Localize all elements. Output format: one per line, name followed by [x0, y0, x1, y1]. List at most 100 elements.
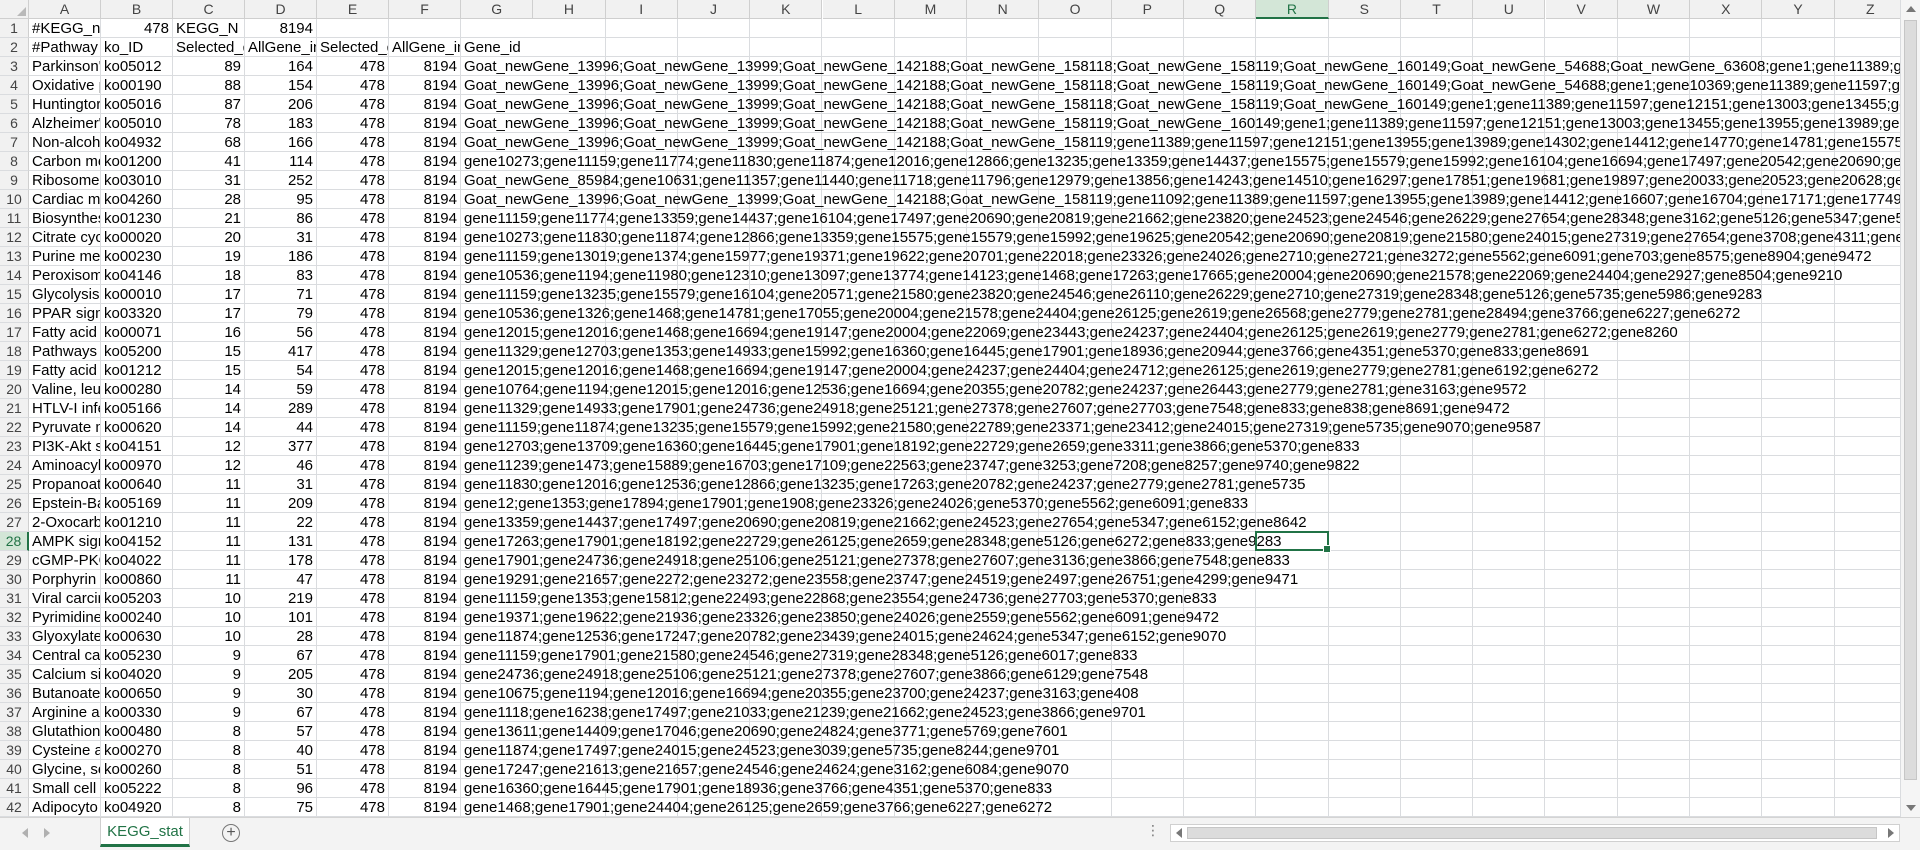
column-header[interactable]: O	[1039, 0, 1112, 19]
row-header[interactable]: 33	[0, 627, 29, 646]
cell-d[interactable]: 57	[245, 722, 317, 741]
cell-g[interactable]: gene10273;gene11830;gene11874;gene12866;…	[461, 228, 1900, 247]
cell-f[interactable]	[389, 19, 461, 38]
cell-c[interactable]: 8	[173, 779, 245, 798]
cell-g[interactable]: gene11159;gene17901;gene21580;gene24546;…	[461, 646, 1900, 665]
cell-c[interactable]: 12	[173, 456, 245, 475]
cell-c[interactable]: 9	[173, 665, 245, 684]
cell-f[interactable]: 8194	[389, 190, 461, 209]
cell-d[interactable]: 83	[245, 266, 317, 285]
cell-d[interactable]: 96	[245, 779, 317, 798]
row-header[interactable]: 36	[0, 684, 29, 703]
cell-g[interactable]: gene17263;gene17901;gene18192;gene22729;…	[461, 532, 1900, 551]
cell-g[interactable]: gene11159;gene11874;gene13235;gene15579;…	[461, 418, 1900, 437]
cell-g[interactable]: Goat_newGene_13996;Goat_newGene_13999;Go…	[461, 133, 1900, 152]
cell-c[interactable]: 11	[173, 570, 245, 589]
cell-e[interactable]: 478	[317, 171, 389, 190]
cell-b[interactable]: ko01210	[101, 513, 173, 532]
cell-e[interactable]: 478	[317, 798, 389, 817]
cell-b[interactable]: ko00640	[101, 475, 173, 494]
cell-c[interactable]: 18	[173, 266, 245, 285]
column-header[interactable]: M	[894, 0, 968, 19]
column-header[interactable]: C	[173, 0, 245, 19]
row-header[interactable]: 21	[0, 399, 29, 418]
cell-f[interactable]: 8194	[389, 361, 461, 380]
cell-c[interactable]: 12	[173, 437, 245, 456]
row-header[interactable]: 32	[0, 608, 29, 627]
cell-d[interactable]: 219	[245, 589, 317, 608]
scroll-down-icon[interactable]	[1906, 805, 1916, 811]
cell-f[interactable]: 8194	[389, 171, 461, 190]
cell-c[interactable]: 10	[173, 608, 245, 627]
cell-f[interactable]: 8194	[389, 437, 461, 456]
row-header[interactable]: 6	[0, 114, 29, 133]
cell-f[interactable]: 8194	[389, 418, 461, 437]
cell-e[interactable]: 478	[317, 190, 389, 209]
column-header[interactable]: Z	[1834, 0, 1900, 19]
cell-b[interactable]: ko04146	[101, 266, 173, 285]
cell-g[interactable]: gene10536;gene1326;gene1468;gene14781;ge…	[461, 304, 1900, 323]
select-all-corner[interactable]	[0, 0, 29, 19]
cell-a[interactable]: Aminoacyl	[29, 456, 101, 475]
cell-g[interactable]: gene13611;gene14409;gene17046;gene20690;…	[461, 722, 1900, 741]
cell-f[interactable]: 8194	[389, 570, 461, 589]
cell-e[interactable]: 478	[317, 323, 389, 342]
cell-f[interactable]: 8194	[389, 722, 461, 741]
column-header[interactable]: K	[750, 0, 823, 19]
cell-a[interactable]: Citrate cyc	[29, 228, 101, 247]
cell-f[interactable]: 8194	[389, 133, 461, 152]
cell-b[interactable]: ko_ID	[101, 38, 173, 57]
cell-a[interactable]: Peroxisom	[29, 266, 101, 285]
row-header[interactable]: 42	[0, 798, 29, 817]
cell-g[interactable]: gene10764;gene1194;gene12015;gene12016;g…	[461, 380, 1900, 399]
cell-b[interactable]: ko03010	[101, 171, 173, 190]
cell-c[interactable]: 15	[173, 361, 245, 380]
cell-g[interactable]: gene24736;gene24918;gene25106;gene25121;…	[461, 665, 1900, 684]
cell-c[interactable]: 19	[173, 247, 245, 266]
cell-f[interactable]: 8194	[389, 608, 461, 627]
cell-d[interactable]: 289	[245, 399, 317, 418]
cell-a[interactable]: AMPK sign	[29, 532, 101, 551]
cell-c[interactable]: 11	[173, 551, 245, 570]
cell-f[interactable]: 8194	[389, 95, 461, 114]
row-header[interactable]: 2	[0, 38, 29, 57]
cell-d[interactable]: 54	[245, 361, 317, 380]
cell-e[interactable]: 478	[317, 152, 389, 171]
cell-d[interactable]: 183	[245, 114, 317, 133]
cell-b[interactable]: ko04920	[101, 798, 173, 817]
cell-g[interactable]: Goat_newGene_13996;Goat_newGene_13999;Go…	[461, 190, 1900, 209]
cell-a[interactable]: Arginine ar	[29, 703, 101, 722]
cell-b[interactable]: ko04022	[101, 551, 173, 570]
cell-g[interactable]: gene11329;gene12703;gene1353;gene14933;g…	[461, 342, 1900, 361]
cell-b[interactable]: ko05222	[101, 779, 173, 798]
cell-c[interactable]: 10	[173, 589, 245, 608]
column-header[interactable]: X	[1690, 0, 1763, 19]
cell-d[interactable]: 205	[245, 665, 317, 684]
sheet-tab-kegg-stat[interactable]: KEGG_stat	[100, 818, 190, 847]
column-header[interactable]: E	[317, 0, 389, 19]
cell-b[interactable]: ko04152	[101, 532, 173, 551]
cell-g[interactable]: gene17901;gene24736;gene24918;gene25106;…	[461, 551, 1900, 570]
cell-c[interactable]: 8	[173, 760, 245, 779]
cell-a[interactable]: Epstein-Ba	[29, 494, 101, 513]
cell-b[interactable]: ko00480	[101, 722, 173, 741]
cell-d[interactable]: 75	[245, 798, 317, 817]
cell-c[interactable]: 8	[173, 741, 245, 760]
cell-g[interactable]: gene12015;gene12016;gene1468;gene16694;g…	[461, 361, 1900, 380]
scroll-left-icon[interactable]	[1176, 828, 1182, 838]
vertical-scrollbar[interactable]	[1900, 0, 1920, 817]
cell-e[interactable]: 478	[317, 209, 389, 228]
cell-a[interactable]: Cysteine ar	[29, 741, 101, 760]
cell-g[interactable]: gene11329;gene14933;gene17901;gene24736;…	[461, 399, 1900, 418]
cell-e[interactable]: 478	[317, 399, 389, 418]
cell-f[interactable]: 8194	[389, 266, 461, 285]
add-sheet-icon[interactable]: +	[222, 824, 240, 842]
cell-f[interactable]: 8194	[389, 798, 461, 817]
row-header[interactable]: 39	[0, 741, 29, 760]
cell-a[interactable]: Carbon me	[29, 152, 101, 171]
column-header[interactable]: T	[1400, 0, 1474, 19]
column-header[interactable]: D	[245, 0, 317, 19]
cell-d[interactable]: 252	[245, 171, 317, 190]
cell-g[interactable]: gene19371;gene19622;gene21936;gene23326;…	[461, 608, 1900, 627]
cell-e[interactable]: 478	[317, 304, 389, 323]
